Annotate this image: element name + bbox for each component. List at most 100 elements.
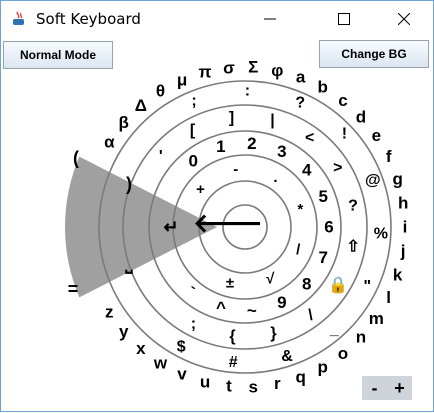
key-ring3[interactable]: $ [177,339,186,356]
key-inner[interactable]: . [273,169,277,186]
keyboard-ring-4 [172,154,318,300]
key-outer[interactable]: t [226,377,232,396]
key-outer[interactable]: z [105,302,114,321]
key-ring1[interactable]: 9 [277,293,286,312]
key-ring3[interactable]: " [363,278,371,295]
key-ring3[interactable]: ? [295,94,305,111]
key-special[interactable]: ) [126,174,132,194]
key-ring1[interactable]: 4 [302,161,312,180]
key-ring1[interactable]: 7 [319,248,328,267]
key-ring1[interactable]: 0 [189,151,198,170]
key-ring2[interactable]: | [270,112,274,129]
key-ring3[interactable]: ; [191,92,196,109]
key-outer[interactable]: e [372,126,381,145]
minimize-button[interactable] [247,1,293,37]
key-outer[interactable]: y [119,322,129,341]
key-special[interactable]: = [68,279,79,299]
key-outer[interactable]: s [248,377,257,396]
key-inner[interactable]: * [297,201,303,218]
change-bg-button[interactable]: Change BG [319,40,429,68]
key-ring3[interactable]: & [281,348,293,365]
key-ring3[interactable]: ! [342,126,347,143]
key-inner[interactable]: √ [266,271,275,288]
key-outer[interactable]: Σ [248,58,258,77]
zoom-out-button[interactable]: - [362,376,387,400]
key-ring2[interactable]: } [270,325,276,342]
keyboard-ring-6 [222,204,268,250]
key-ring2[interactable]: ? [348,198,358,215]
key-inner[interactable]: / [296,241,301,258]
key-outer[interactable]: g [392,170,402,189]
key-outer[interactable]: Δ [135,96,147,115]
zoom-controls: - + [362,376,412,400]
key-special[interactable]: ↵ [163,217,178,237]
key-inner[interactable]: + [196,181,205,198]
key-ring1[interactable]: ` [190,284,196,303]
key-ring2[interactable]: > [333,159,342,176]
key-outer[interactable]: l [386,288,391,307]
key-outer[interactable]: d [356,107,366,126]
maximize-button[interactable] [321,1,367,37]
key-outer[interactable]: x [136,339,146,358]
zoom-in-button[interactable]: + [387,376,412,400]
key-outer[interactable]: σ [223,58,235,77]
key-ring2[interactable]: [ [190,122,196,139]
minimize-icon [264,18,276,20]
key-outer[interactable]: r [274,374,281,393]
key-ring3[interactable]: # [229,354,238,371]
key-outer[interactable]: c [338,91,347,110]
key-ring1[interactable]: 3 [277,142,286,161]
key-special[interactable]: 🡐 [193,208,263,238]
key-ring2[interactable]: { [229,328,235,345]
key-inner[interactable]: - [233,161,238,178]
key-ring1[interactable]: 1 [216,137,225,156]
key-outer[interactable]: o [338,344,348,363]
key-outer[interactable]: q [295,368,305,387]
key-outer[interactable]: φ [271,61,283,80]
key-outer[interactable]: b [318,78,328,97]
selection-sector [65,156,217,298]
key-ring2[interactable]: ] [229,109,234,126]
key-ring2[interactable]: ; [191,316,196,333]
keyboard-ring-3 [148,130,342,324]
key-ring1[interactable]: ^ [216,298,226,317]
key-outer[interactable]: μ [177,70,187,89]
key-ring1[interactable]: ~ [247,301,257,320]
key-ring2[interactable]: 🔒 [328,276,348,294]
key-outer[interactable]: β [119,113,129,132]
key-outer[interactable]: w [153,353,168,372]
key-ring1[interactable]: 6 [324,218,333,237]
key-outer[interactable]: i [403,218,408,237]
normal-mode-button[interactable]: Normal Mode [3,41,113,69]
key-outer[interactable]: v [177,365,187,384]
key-ring1[interactable]: 2 [247,134,256,153]
key-inner[interactable]: ± [226,275,234,292]
key-outer[interactable]: u [200,372,210,391]
key-outer[interactable]: m [369,309,384,328]
key-outer[interactable]: h [398,193,408,212]
key-outer[interactable]: a [296,67,306,86]
key-ring3[interactable]: @ [365,172,381,189]
key-ring3[interactable]: % [374,226,388,243]
key-outer[interactable]: p [318,357,328,376]
key-ring2[interactable]: ⇧ [346,239,359,256]
keyboard-ring-2 [122,104,368,350]
key-outer[interactable]: π [199,63,212,82]
key-outer[interactable]: θ [156,82,165,101]
close-button[interactable] [381,1,427,37]
key-ring2[interactable]: < [305,130,314,147]
key-outer[interactable]: j [400,242,406,261]
key-outer[interactable]: f [386,147,392,166]
key-ring2[interactable]: ' [159,148,163,165]
keyboard-ring-5 [198,180,292,274]
key-special[interactable]: ⎵ [124,253,133,274]
key-special[interactable]: ( [73,148,79,168]
key-ring1[interactable]: 5 [319,187,328,206]
key-outer[interactable]: α [104,133,115,152]
key-ring3[interactable]: _ [329,321,340,338]
key-ring1[interactable]: 8 [302,274,311,293]
key-ring2[interactable]: \ [308,307,313,324]
key-ring3[interactable]: : [245,83,250,100]
key-outer[interactable]: k [393,265,403,284]
key-outer[interactable]: n [356,328,366,347]
